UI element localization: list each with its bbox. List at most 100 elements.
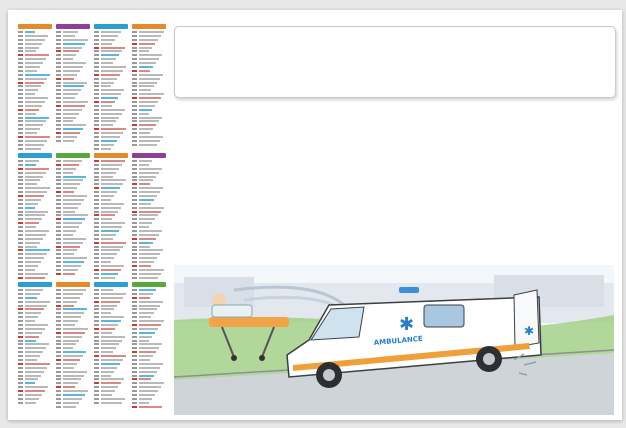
day-row [132,233,166,237]
month-header [94,282,128,287]
day-row [132,327,166,331]
day-row [132,34,166,38]
month-header [132,24,166,29]
day-row [132,81,166,85]
day-row [18,112,52,116]
day-row [132,187,166,190]
day-row [94,167,128,171]
day-row [94,171,128,175]
day-row [56,308,90,311]
day-row [94,128,128,131]
day-row [94,191,128,194]
day-row [132,136,166,139]
day-row [56,374,90,378]
day-row [132,312,166,315]
day-row [56,206,90,210]
day-row [132,191,166,194]
day-row [94,265,128,268]
day-row [132,171,166,175]
day-row [56,394,90,397]
day-row [132,272,166,276]
day-row [56,187,90,190]
day-row [94,370,128,374]
day-row [56,210,90,214]
day-row [18,202,52,206]
day-row [132,370,166,374]
day-row [94,116,128,120]
day-row [18,132,52,135]
day-row [94,206,128,210]
day-row [94,112,128,116]
day-row [132,206,166,210]
day-row [18,191,52,194]
day-row [94,50,128,53]
day-row [56,97,90,100]
day-row [56,54,90,57]
day-row [94,77,128,81]
day-row [18,374,52,378]
day-row [94,245,128,249]
day-row [18,359,52,362]
day-row [94,394,128,397]
day-row [94,101,128,104]
day-row [94,289,128,292]
day-row [94,136,128,139]
day-row [56,261,90,264]
day-row [18,233,52,237]
stretcher [209,317,289,327]
day-row [18,378,52,381]
day-row [132,46,166,50]
day-row [18,268,52,272]
day-row [56,335,90,339]
day-row [94,351,128,354]
day-row [132,237,166,241]
day-row [56,104,90,108]
day-row [132,116,166,120]
day-row [18,222,52,225]
day-row [94,241,128,245]
day-row [56,34,90,38]
month-header [132,153,166,158]
day-row [18,163,52,167]
day-row [94,104,128,108]
day-row [56,272,90,276]
day-row [94,261,128,264]
day-row [18,81,52,85]
day-row [94,320,128,323]
day-row [18,183,52,186]
day-row [132,112,166,116]
day-row [18,93,52,96]
day-row [18,104,52,108]
day-row [56,249,90,252]
day-row [56,401,90,405]
day-row [132,394,166,397]
day-row [56,112,90,116]
day-row [56,257,90,260]
day-row [132,132,166,135]
day-row [18,101,52,104]
day-row [132,230,166,233]
day-row [94,179,128,182]
day-row [132,202,166,206]
month-block [18,282,52,404]
day-row [56,62,90,65]
day-row [18,335,52,339]
day-row [94,362,128,366]
day-row [18,230,52,233]
day-row [18,272,52,276]
day-row [132,268,166,272]
day-row [18,58,52,61]
day-row [56,226,90,229]
day-row [132,62,166,65]
day-row [56,241,90,245]
day-row [94,163,128,167]
day-row [94,81,128,85]
day-row [94,42,128,46]
day-row [132,73,166,77]
day-row [56,304,90,308]
day-row [18,390,52,393]
day-row [132,104,166,108]
day-row [56,69,90,73]
month-block [56,153,90,275]
day-row [132,89,166,92]
